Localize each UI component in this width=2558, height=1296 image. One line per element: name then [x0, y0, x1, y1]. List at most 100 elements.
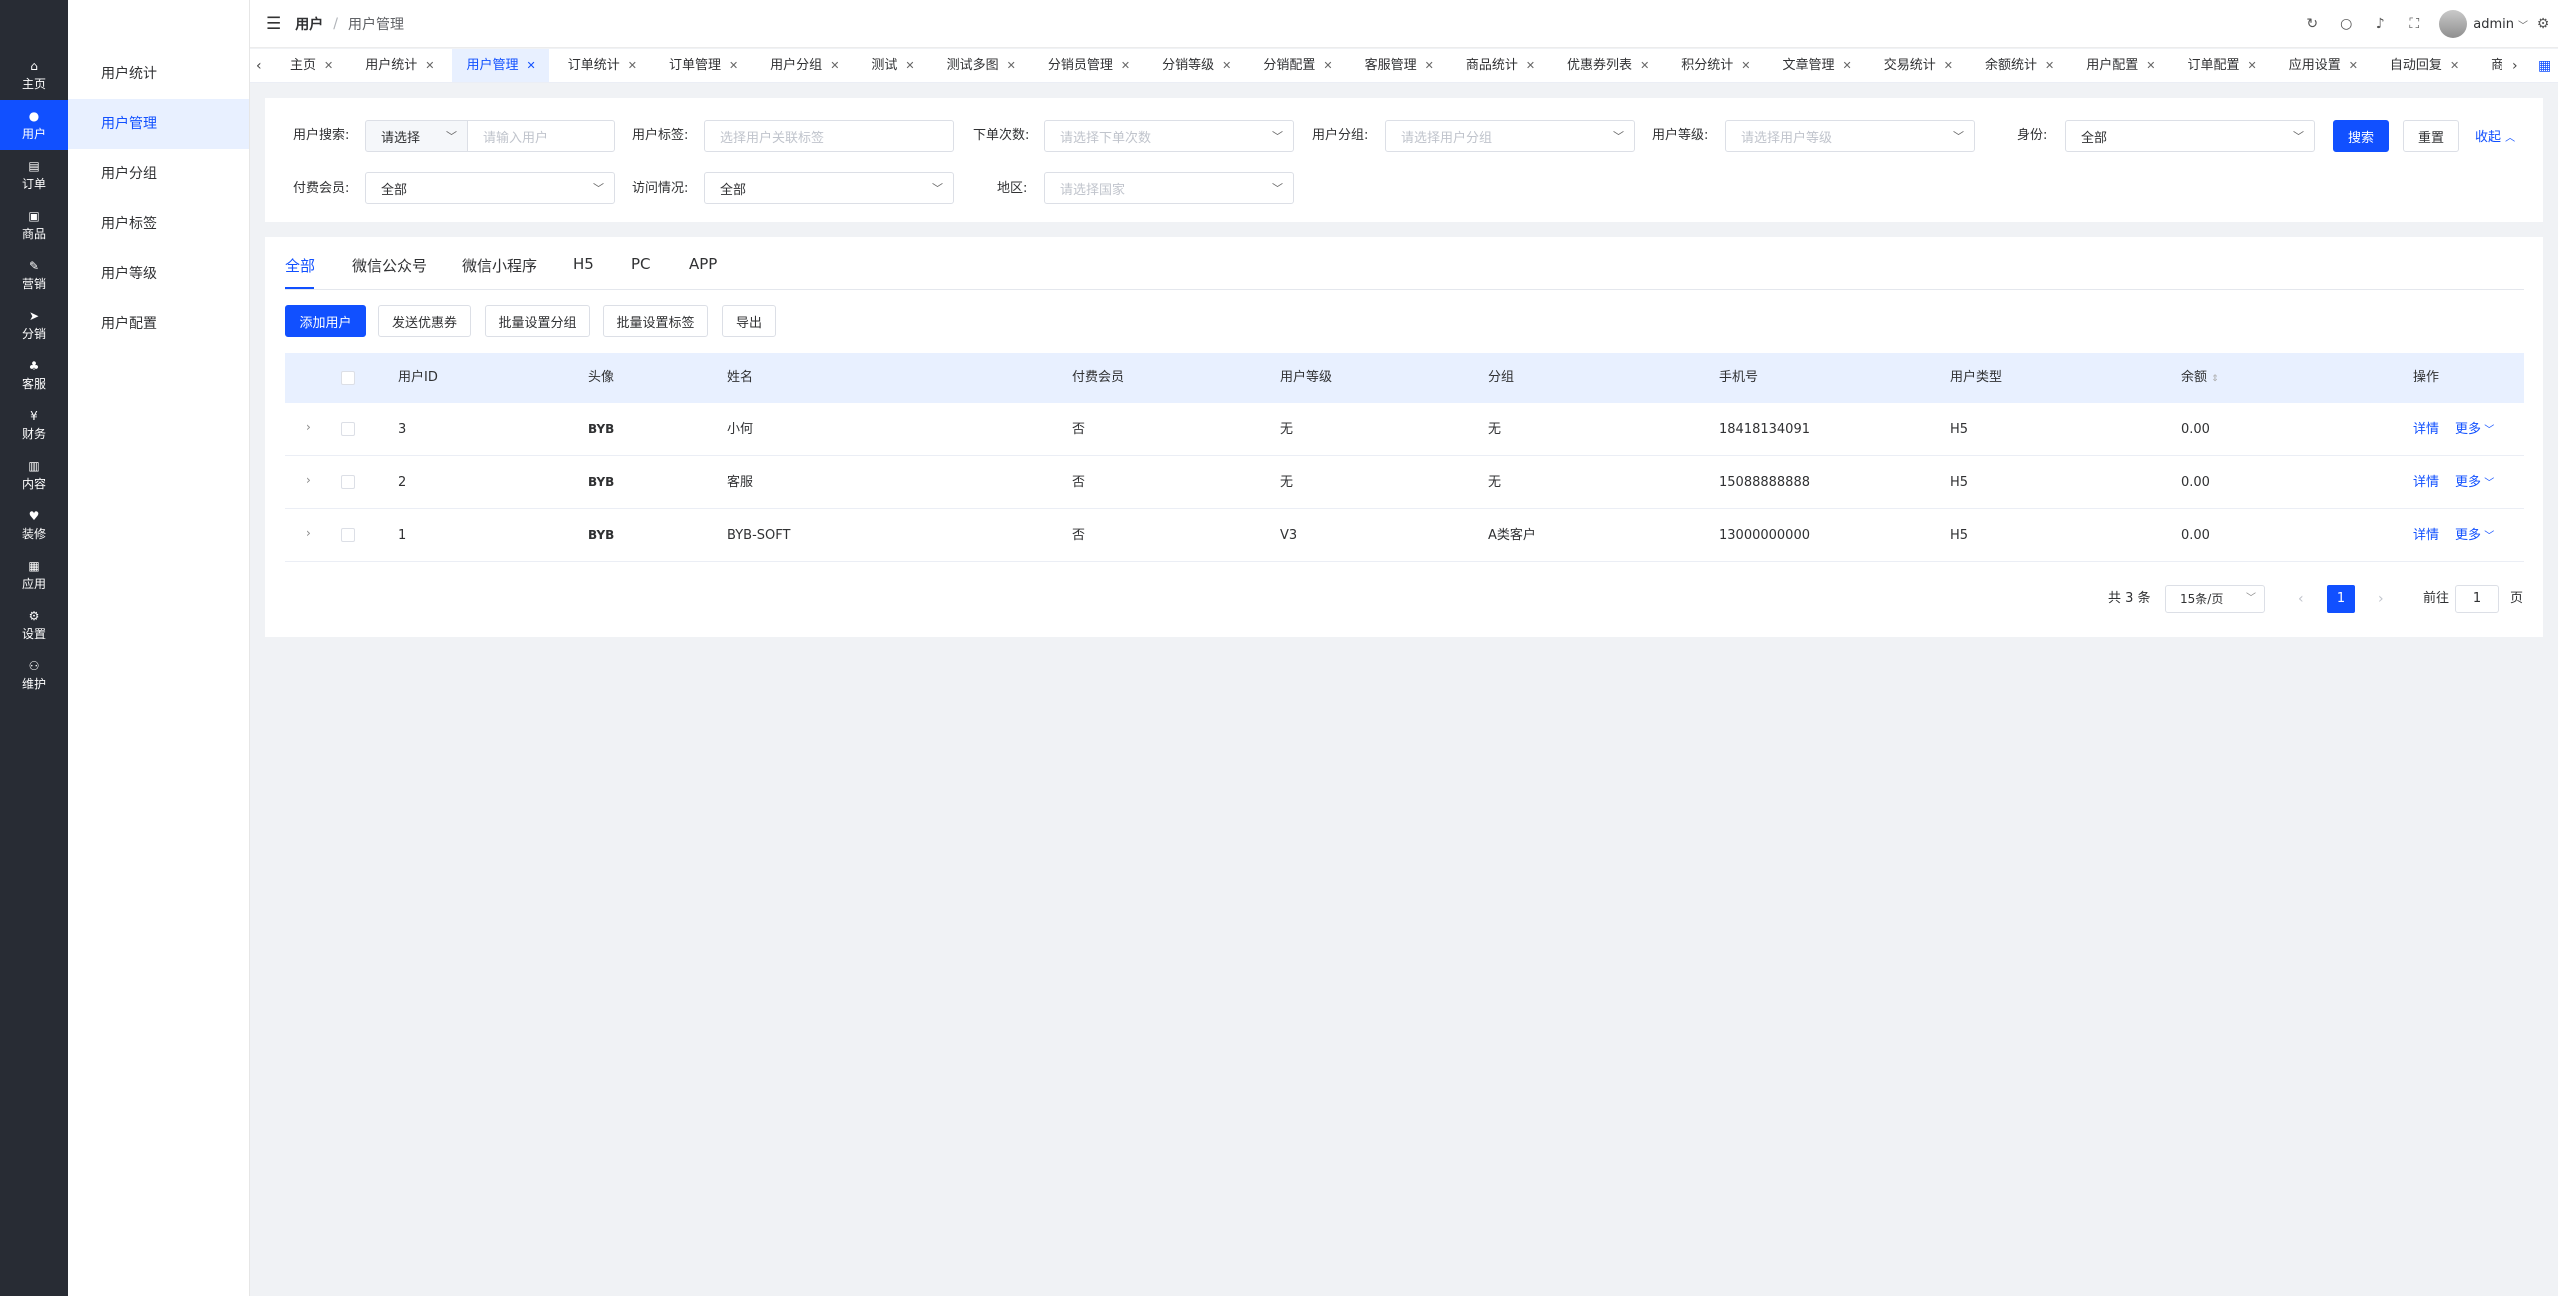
close-icon[interactable]: ✕: [905, 49, 914, 82]
rail-item-4[interactable]: ✎ 营销: [0, 250, 68, 300]
collapse-link[interactable]: 收起 ︿: [2475, 126, 2515, 145]
rail-item-10[interactable]: ▦ 应用: [0, 550, 68, 600]
close-icon[interactable]: ✕: [526, 49, 535, 82]
page-tab[interactable]: 主页 ✕: [290, 49, 346, 82]
submenu-item-user-level[interactable]: 用户等级: [68, 249, 249, 299]
rail-item-3[interactable]: ▣ 商品: [0, 200, 68, 250]
page-tab[interactable]: 交易统计 ✕: [1884, 49, 1966, 82]
gear-icon[interactable]: ⚙: [2528, 16, 2558, 32]
select-all-checkbox[interactable]: [341, 371, 355, 385]
close-icon[interactable]: ✕: [425, 49, 434, 82]
export-button[interactable]: 导出: [722, 305, 776, 337]
page-tab[interactable]: 应用设置 ✕: [2289, 49, 2371, 82]
close-icon[interactable]: ✕: [1121, 49, 1130, 82]
submenu-item-user-group[interactable]: 用户分组: [68, 149, 249, 199]
level-select[interactable]: 请选择用户等级 ﹀: [1725, 120, 1975, 152]
page-tab[interactable]: 分销配置 ✕: [1263, 49, 1345, 82]
close-icon[interactable]: ✕: [830, 49, 839, 82]
page-tab[interactable]: 优惠券列表 ✕: [1567, 49, 1662, 82]
rail-item-2[interactable]: ▤ 订单: [0, 150, 68, 200]
username[interactable]: admin: [2473, 17, 2514, 32]
bell-icon[interactable]: ♪: [2363, 16, 2397, 32]
detail-link[interactable]: 详情: [2413, 509, 2439, 562]
page-tab[interactable]: 商: [2491, 49, 2502, 82]
page-tab[interactable]: 自动回复 ✕: [2390, 49, 2472, 82]
page-tab[interactable]: 文章管理 ✕: [1783, 49, 1865, 82]
row-checkbox[interactable]: [341, 475, 355, 489]
tabs-menu-icon[interactable]: ▦: [2538, 49, 2551, 82]
orders-select[interactable]: 请选择下单次数 ﹀: [1044, 120, 1294, 152]
expand-row-icon[interactable]: ›: [306, 526, 311, 540]
close-icon[interactable]: ✕: [1323, 49, 1332, 82]
platform-tab-wechat-mini[interactable]: 微信小程序: [462, 255, 537, 276]
more-dropdown[interactable]: 更多 ﹀: [2455, 509, 2494, 562]
page-tab[interactable]: 余额统计 ✕: [1985, 49, 2067, 82]
identity-select[interactable]: 全部 ﹀: [2065, 120, 2315, 152]
avatar[interactable]: [2439, 10, 2468, 38]
close-icon[interactable]: ✕: [1007, 49, 1016, 82]
rail-item-1[interactable]: ● 用户: [0, 100, 68, 150]
platform-tab-h5[interactable]: H5: [573, 255, 594, 273]
page-tab[interactable]: 订单管理 ✕: [669, 49, 751, 82]
region-select[interactable]: 请选择国家 ﹀: [1044, 172, 1294, 204]
close-icon[interactable]: ✕: [2247, 49, 2256, 82]
page-tab[interactable]: 积分统计 ✕: [1681, 49, 1763, 82]
close-icon[interactable]: ✕: [2146, 49, 2155, 82]
close-icon[interactable]: ✕: [2045, 49, 2054, 82]
visit-select[interactable]: 全部 ﹀: [704, 172, 954, 204]
expand-row-icon[interactable]: ›: [306, 420, 311, 434]
fullscreen-icon[interactable]: ⛶: [2397, 16, 2431, 32]
close-icon[interactable]: ✕: [1741, 49, 1750, 82]
search-icon[interactable]: ○: [2329, 16, 2363, 32]
rail-item-9[interactable]: ♥ 装修: [0, 500, 68, 550]
close-icon[interactable]: ✕: [729, 49, 738, 82]
send-coupon-button[interactable]: 发送优惠券: [378, 305, 471, 337]
page-tab[interactable]: 用户统计 ✕: [365, 49, 447, 82]
close-icon[interactable]: ✕: [2349, 49, 2358, 82]
detail-link[interactable]: 详情: [2413, 456, 2439, 509]
page-tab[interactable]: 订单配置 ✕: [2187, 49, 2269, 82]
page-tab[interactable]: 测试 ✕: [871, 49, 927, 82]
rail-item-0[interactable]: ⌂ 主页: [0, 50, 68, 100]
row-checkbox[interactable]: [341, 422, 355, 436]
close-icon[interactable]: ✕: [1944, 49, 1953, 82]
rail-item-12[interactable]: ⚇ 维护: [0, 650, 68, 700]
page-tab[interactable]: 测试多图 ✕: [947, 49, 1029, 82]
page-tab[interactable]: 分销员管理 ✕: [1048, 49, 1143, 82]
close-icon[interactable]: ✕: [1222, 49, 1231, 82]
submenu-item-user-manage[interactable]: 用户管理: [68, 99, 249, 149]
tag-select[interactable]: 选择用户关联标签: [704, 120, 954, 152]
platform-tab-all[interactable]: 全部: [285, 255, 315, 276]
paid-select[interactable]: 全部 ﹀: [365, 172, 615, 204]
expand-row-icon[interactable]: ›: [306, 473, 311, 487]
close-icon[interactable]: ✕: [628, 49, 637, 82]
goto-page-input[interactable]: 1: [2455, 585, 2499, 613]
rail-item-6[interactable]: ♣ 客服: [0, 350, 68, 400]
page-tab[interactable]: 订单统计 ✕: [568, 49, 650, 82]
row-checkbox[interactable]: [341, 528, 355, 542]
page-tab[interactable]: 用户管理 ✕: [452, 49, 549, 82]
col-balance[interactable]: 余额 ⇕: [2181, 353, 2219, 403]
sort-icon[interactable]: ⇕: [2211, 374, 2219, 384]
reset-button[interactable]: 重置: [2403, 120, 2459, 152]
page-tab[interactable]: 客服管理 ✕: [1365, 49, 1447, 82]
platform-tab-wechat-official[interactable]: 微信公众号: [352, 255, 427, 276]
page-size-select[interactable]: 15条/页 ﹀: [2165, 585, 2265, 613]
search-input[interactable]: 请输入用户: [467, 120, 615, 152]
close-icon[interactable]: ✕: [324, 49, 333, 82]
close-icon[interactable]: ✕: [2450, 49, 2459, 82]
page-tab[interactable]: 用户配置 ✕: [2086, 49, 2168, 82]
close-icon[interactable]: ✕: [1526, 49, 1535, 82]
submenu-item-user-tag[interactable]: 用户标签: [68, 199, 249, 249]
next-page-icon[interactable]: ›: [2378, 585, 2384, 613]
close-icon[interactable]: ✕: [1843, 49, 1852, 82]
close-icon[interactable]: ✕: [1640, 49, 1649, 82]
add-user-button[interactable]: 添加用户: [285, 305, 366, 337]
rail-item-5[interactable]: ➤ 分销: [0, 300, 68, 350]
submenu-item-user-config[interactable]: 用户配置: [68, 299, 249, 349]
tabs-scroll-right-icon[interactable]: ›: [2512, 49, 2518, 82]
batch-group-button[interactable]: 批量设置分组: [485, 305, 590, 337]
rail-item-11[interactable]: ⚙ 设置: [0, 600, 68, 650]
menu-toggle-icon[interactable]: ☰: [266, 14, 281, 34]
rail-item-7[interactable]: ¥ 财务: [0, 400, 68, 450]
